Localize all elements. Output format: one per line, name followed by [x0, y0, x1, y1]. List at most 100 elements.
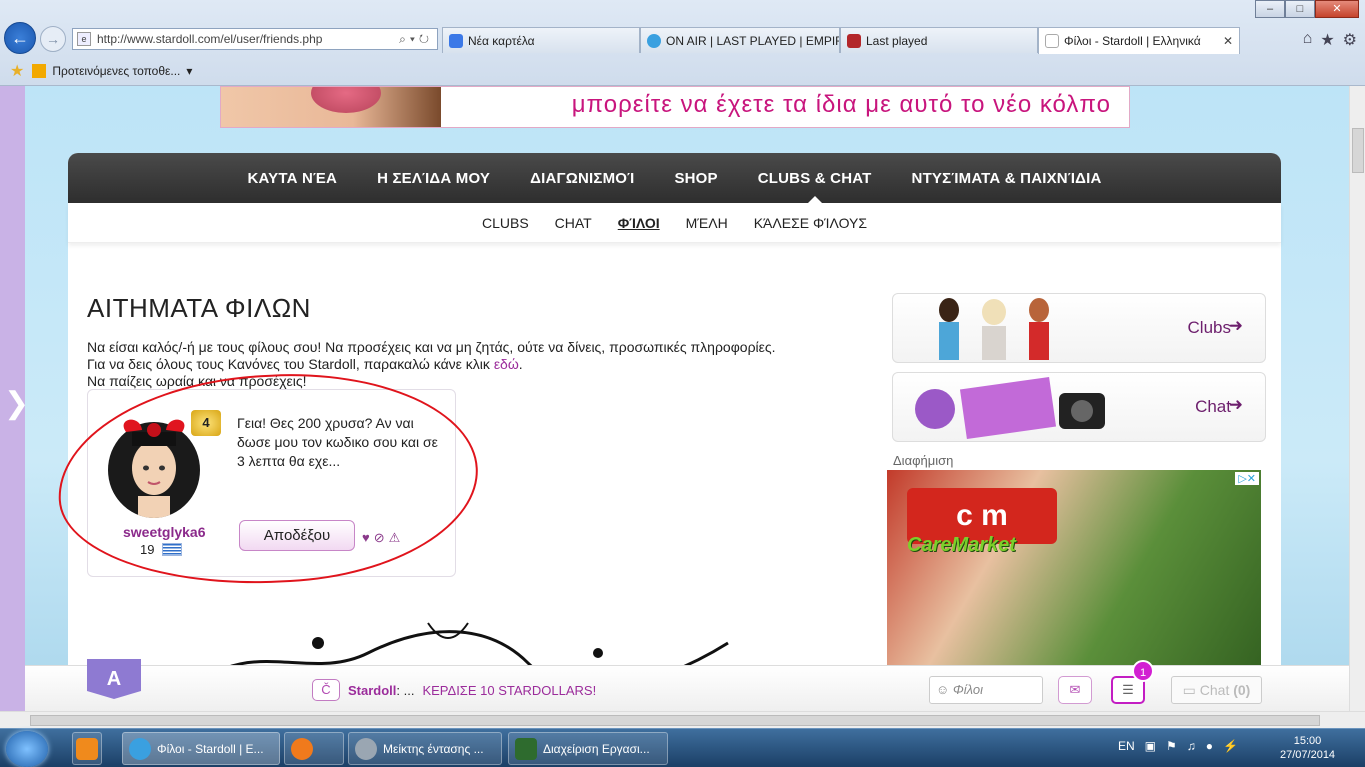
subnav-invite-friends[interactable]: ΚΆΛΕΣΕ ΦΊΛΟΥΣ — [754, 215, 867, 231]
start-button[interactable] — [6, 731, 48, 767]
mail-button[interactable]: ✉ — [1058, 676, 1092, 704]
chat-disco-image — [915, 376, 1105, 440]
speaker-icon — [355, 737, 377, 760]
taskbar-avast[interactable] — [284, 732, 344, 765]
address-tools-icon[interactable]: ⌕▾↻ — [399, 32, 433, 47]
chat-label: Chat — [1199, 682, 1230, 698]
network-icon[interactable]: ▣ — [1145, 739, 1156, 753]
people-icon: ☺ — [936, 682, 950, 697]
gear-icon[interactable]: ⚙ — [1343, 30, 1357, 50]
speech-bubble-icon: ☰ — [1122, 682, 1134, 697]
stardoll-logo[interactable]: A — [87, 659, 141, 699]
horizontal-scrollbar[interactable] — [0, 711, 1365, 728]
tab-label: Φίλοι - Stardoll | Ελληνικά — [1064, 34, 1201, 48]
clubs-dolls-image — [939, 298, 1049, 360]
taskbar-task-manager[interactable]: Διαχείριση Εργασι... — [508, 732, 668, 765]
close-tab-icon[interactable]: ✕ — [1215, 34, 1233, 48]
nav-my-page[interactable]: Η ΣΕΛΊΔΑ ΜΟΥ — [377, 170, 490, 187]
favorites-bar: ★ Προτεινόμενες τοποθε... ▾ — [0, 58, 1365, 84]
address-bar[interactable]: e http://www.stardoll.com/el/user/friend… — [72, 28, 438, 50]
main-nav: ΚΑΥΤΑ ΝΈΑ Η ΣΕΛΊΔΑ ΜΟΥ ΔΙΑΓΩΝΙΣΜΟΊ SHOP … — [68, 153, 1281, 203]
tab-friends-active[interactable]: Φίλοι - Stardoll | Ελληνικά ✕ — [1038, 27, 1240, 54]
tab-new[interactable]: Νέα καρτέλα — [442, 27, 640, 53]
back-button[interactable]: ← — [4, 22, 36, 54]
ie-icon — [647, 33, 661, 48]
ticker-brand: Stardoll — [348, 682, 397, 698]
subnav-friends[interactable]: ΦΊΛΟΙ — [618, 215, 660, 231]
friends-search-field[interactable]: ☺ Φίλοι — [929, 676, 1043, 704]
subnav-members[interactable]: ΜΈΛΗ — [686, 215, 728, 231]
chat-label: Chat — [1195, 397, 1231, 416]
media-player-icon — [76, 737, 98, 760]
nav-clubs-chat[interactable]: CLUBS & CHAT — [758, 170, 872, 187]
nav-hot-news[interactable]: ΚΑΥΤΑ ΝΈΑ — [247, 170, 337, 187]
nav-shop[interactable]: SHOP — [674, 170, 717, 187]
subnav-chat[interactable]: CHAT — [555, 215, 592, 231]
chat-promo[interactable]: Chat ➜ — [892, 372, 1266, 442]
bing-icon — [32, 64, 47, 78]
site-icon — [847, 33, 861, 48]
ticker-sep: : ... — [396, 682, 415, 698]
friends-placeholder: Φίλοι — [952, 682, 984, 697]
rules-link[interactable]: εδώ — [494, 356, 519, 372]
browser-chrome: ← → e http://www.stardoll.com/el/user/fr… — [0, 0, 1365, 86]
system-clock[interactable]: 15:00 27/07/2014 — [1280, 734, 1335, 762]
ad-choices-icon[interactable]: ▷✕ — [1235, 472, 1259, 485]
maximize-button[interactable]: □ — [1285, 0, 1315, 18]
volume-icon[interactable]: ♫ — [1187, 739, 1196, 753]
taskbar-label: Μείκτης έντασης ... — [383, 741, 484, 756]
arrow-right-icon: ➜ — [1228, 316, 1243, 335]
task-manager-icon — [515, 737, 537, 760]
ad-banner[interactable]: μπορείτε να έχετε τα ίδια με αυτό το νέο… — [220, 86, 1130, 128]
chat-count: (0) — [1233, 682, 1251, 698]
arrow-right-icon: ➜ — [1228, 395, 1243, 414]
ie-icon — [129, 737, 151, 760]
clubs-promo[interactable]: Clubs ➜ — [892, 293, 1266, 363]
avast-tray-icon[interactable]: ● — [1206, 739, 1213, 753]
flag-icon[interactable]: ⚑ — [1166, 739, 1177, 753]
envelope-icon: ✉ — [1069, 682, 1081, 697]
vertical-scrollbar[interactable] — [1349, 86, 1365, 711]
nav-dressups-games[interactable]: ΝΤΥΣΊΜΑΤΑ & ΠΑΙΧΝΊΔΙΑ — [912, 170, 1102, 187]
clock-time: 15:00 — [1293, 735, 1322, 747]
chevron-down-icon[interactable]: ▾ — [186, 64, 192, 78]
subnav-clubs[interactable]: CLUBS — [482, 215, 529, 231]
close-window-button[interactable]: ✕ — [1315, 0, 1359, 18]
google-icon — [449, 33, 463, 48]
nav-contests[interactable]: ΔΙΑΓΩΝΙΣΜΟΊ — [530, 170, 634, 187]
tab-label: Last played — [866, 33, 928, 48]
tab-on-air[interactable]: ON AIR | LAST PLAYED | EMPIR... — [640, 27, 840, 53]
ticker-promo-link[interactable]: ΚΕΡΔΙΣΕ 10 STARDOLLARS! — [422, 683, 596, 698]
horizontal-scroll-thumb[interactable] — [30, 715, 1320, 726]
add-favorite-icon[interactable]: ★ — [10, 61, 24, 81]
taskbar-media-player[interactable] — [72, 732, 102, 765]
vertical-scroll-thumb[interactable] — [1352, 128, 1364, 173]
power-icon[interactable]: ⚡ — [1223, 739, 1238, 753]
forward-button[interactable]: → — [40, 26, 66, 52]
window-controls: – □ ✕ — [1255, 0, 1359, 18]
page-icon — [1045, 34, 1059, 48]
chat-button[interactable]: ▭ Chat (0) — [1171, 676, 1262, 704]
taskbar-volume-mixer[interactable]: Μείκτης έντασης ... — [348, 732, 502, 765]
taskbar-ie[interactable]: Φίλοι - Stardoll | E... — [122, 732, 280, 765]
suggested-sites-link[interactable]: Προτεινόμενες τοποθε... — [52, 64, 180, 78]
language-indicator[interactable]: EN — [1118, 739, 1135, 753]
banner-text: μπορείτε να έχετε τα ίδια με αυτό το νέο… — [571, 91, 1111, 118]
minimize-button[interactable]: – — [1255, 0, 1285, 18]
rules-text-end: . — [518, 356, 523, 372]
tab-last-played[interactable]: Last played — [840, 27, 1038, 53]
tab-label: ON AIR | LAST PLAYED | EMPIR... — [666, 33, 840, 48]
rules-line-1: Να είσαι καλός/-ή με τους φίλους σου! Να… — [87, 339, 776, 355]
clubs-label: Clubs — [1187, 318, 1231, 337]
taskbar-label: Διαχείριση Εργασι... — [543, 741, 650, 756]
chevron-left-icon[interactable]: ❯ — [4, 386, 29, 421]
rules-text: Για να δεις όλους τους Κανόνες του Stard… — [87, 356, 494, 372]
home-icon[interactable]: ⌂ — [1303, 30, 1313, 50]
page-title: ΑΙΤΗΜΑΤΑ ΦΙΛΩΝ — [87, 293, 311, 323]
avast-icon — [291, 737, 313, 760]
tab-label: Νέα καρτέλα — [468, 33, 535, 48]
ad-brand: CareMarket — [907, 534, 1016, 556]
news-ticker: Č Stardoll: ... ΚΕΡΔΙΣΕ 10 STARDOLLARS! — [312, 679, 596, 701]
favorites-star-icon[interactable]: ★ — [1320, 30, 1334, 50]
page-viewport: ❯ μπορείτε να έχετε τα ίδια με αυτό το ν… — [0, 86, 1349, 711]
